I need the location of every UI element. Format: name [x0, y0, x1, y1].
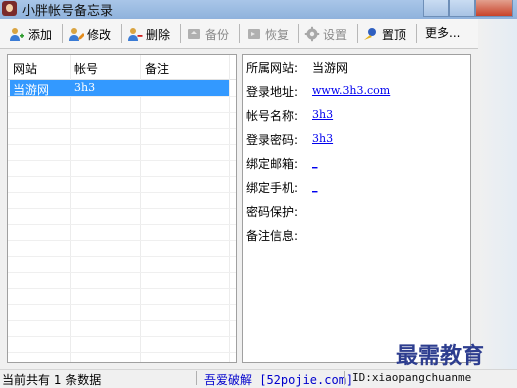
toolbar-separator [62, 24, 63, 43]
row-divider [8, 352, 236, 353]
list-header: 网站 帐号 备注 [8, 55, 236, 80]
restore-button[interactable]: 恢复 [246, 24, 289, 44]
edit-button-label: 修改 [87, 27, 112, 42]
row-divider [8, 128, 236, 129]
detail-protect-label: 密码保护: [246, 205, 299, 219]
toolbar-separator [416, 24, 417, 43]
restore-button-label: 恢复 [265, 27, 290, 42]
column-header-note[interactable]: 备注 [145, 60, 169, 77]
detail-site-label: 所属网站: [246, 61, 299, 75]
close-button[interactable] [475, 0, 513, 17]
row-site-cell: 当游网 [13, 83, 50, 97]
backup-icon [188, 29, 200, 39]
detail-phone-link[interactable]: _ [312, 180, 318, 193]
row-divider [8, 256, 236, 257]
column-header-account[interactable]: 帐号 [74, 60, 98, 77]
app-icon [2, 1, 17, 16]
record-count-text: 当前共有 1 条数据 [2, 373, 102, 387]
toolbar-separator [121, 24, 122, 43]
toolbar-separator [180, 24, 181, 43]
add-button[interactable]: 添加 [9, 24, 52, 44]
edit-user-icon [69, 28, 84, 41]
minimize-button[interactable] [423, 0, 449, 17]
detail-name-link[interactable]: 3h3 [312, 108, 333, 121]
row-divider [8, 272, 236, 273]
more-button[interactable]: 更多... [425, 24, 460, 41]
row-divider [8, 160, 236, 161]
window-title: 小胖帐号备忘录 [22, 4, 114, 19]
backup-button[interactable]: 备份 [186, 24, 229, 44]
add-button-label: 添加 [28, 27, 53, 42]
row-divider [8, 288, 236, 289]
row-divider [8, 240, 236, 241]
add-user-icon [10, 28, 24, 41]
row-divider [8, 304, 236, 305]
delete-user-icon [128, 28, 143, 41]
settings-button-label: 设置 [323, 27, 348, 42]
row-account-cell: 3h3 [74, 81, 96, 94]
row-divider [8, 336, 236, 337]
maximize-button[interactable] [449, 0, 475, 17]
delete-button[interactable]: 删除 [127, 24, 170, 44]
row-divider [8, 192, 236, 193]
column-header-site[interactable]: 网站 [13, 60, 37, 77]
toolbar-separator [298, 24, 299, 43]
detail-phone-label: 绑定手机: [246, 181, 299, 195]
row-divider [8, 224, 236, 225]
account-list[interactable]: 网站 帐号 备注 当游网 3h3 [7, 54, 237, 363]
gear-icon [304, 26, 320, 42]
row-divider [8, 112, 236, 113]
status-divider [196, 371, 197, 385]
row-divider [8, 208, 236, 209]
watermark-text: 最需教育 [396, 343, 485, 369]
detail-panel: 所属网站: 当游网 登录地址: www.3h3.com 帐号名称: 3h3 登录… [242, 54, 471, 363]
table-row[interactable]: 当游网 3h3 [10, 80, 229, 97]
backup-button-label: 备份 [205, 27, 230, 42]
row-divider [8, 176, 236, 177]
detail-site-value: 当游网 [312, 61, 349, 75]
status-bar: 当前共有 1 条数据 吾爱破解 [52pojie.com] ID:xiaopan… [0, 369, 517, 388]
author-id-text: ID:xiaopangchuanme [352, 371, 472, 384]
row-divider [8, 320, 236, 321]
pin-icon [364, 28, 376, 40]
credit-link[interactable]: 吾爱破解 [52pojie.com] [204, 371, 353, 388]
delete-button-label: 删除 [146, 27, 171, 42]
settings-button[interactable]: 设置 [304, 24, 347, 44]
status-divider [344, 371, 345, 385]
toolbar-separator [239, 24, 240, 43]
detail-name-label: 帐号名称: [246, 109, 299, 123]
toolbar: 添加 修改 删除 备份 恢复 设置 置顶 更多... [0, 19, 517, 49]
pin-button-label: 置顶 [382, 27, 407, 42]
detail-email-label: 绑定邮箱: [246, 157, 299, 171]
toolbar-separator [357, 24, 358, 43]
edit-button[interactable]: 修改 [68, 24, 111, 44]
restore-icon [248, 29, 260, 39]
detail-password-label: 登录密码: [246, 133, 299, 147]
detail-password-link[interactable]: 3h3 [312, 132, 333, 145]
detail-note-label: 备注信息: [246, 229, 299, 243]
window-controls [423, 0, 513, 17]
row-divider [8, 144, 236, 145]
pin-button[interactable]: 置顶 [363, 24, 406, 44]
title-bar[interactable]: 小胖帐号备忘录 [0, 0, 517, 19]
detail-url-label: 登录地址: [246, 85, 299, 99]
detail-email-link[interactable]: _ [312, 156, 318, 169]
detail-url-link[interactable]: www.3h3.com [312, 84, 390, 97]
window-edge [478, 19, 517, 369]
